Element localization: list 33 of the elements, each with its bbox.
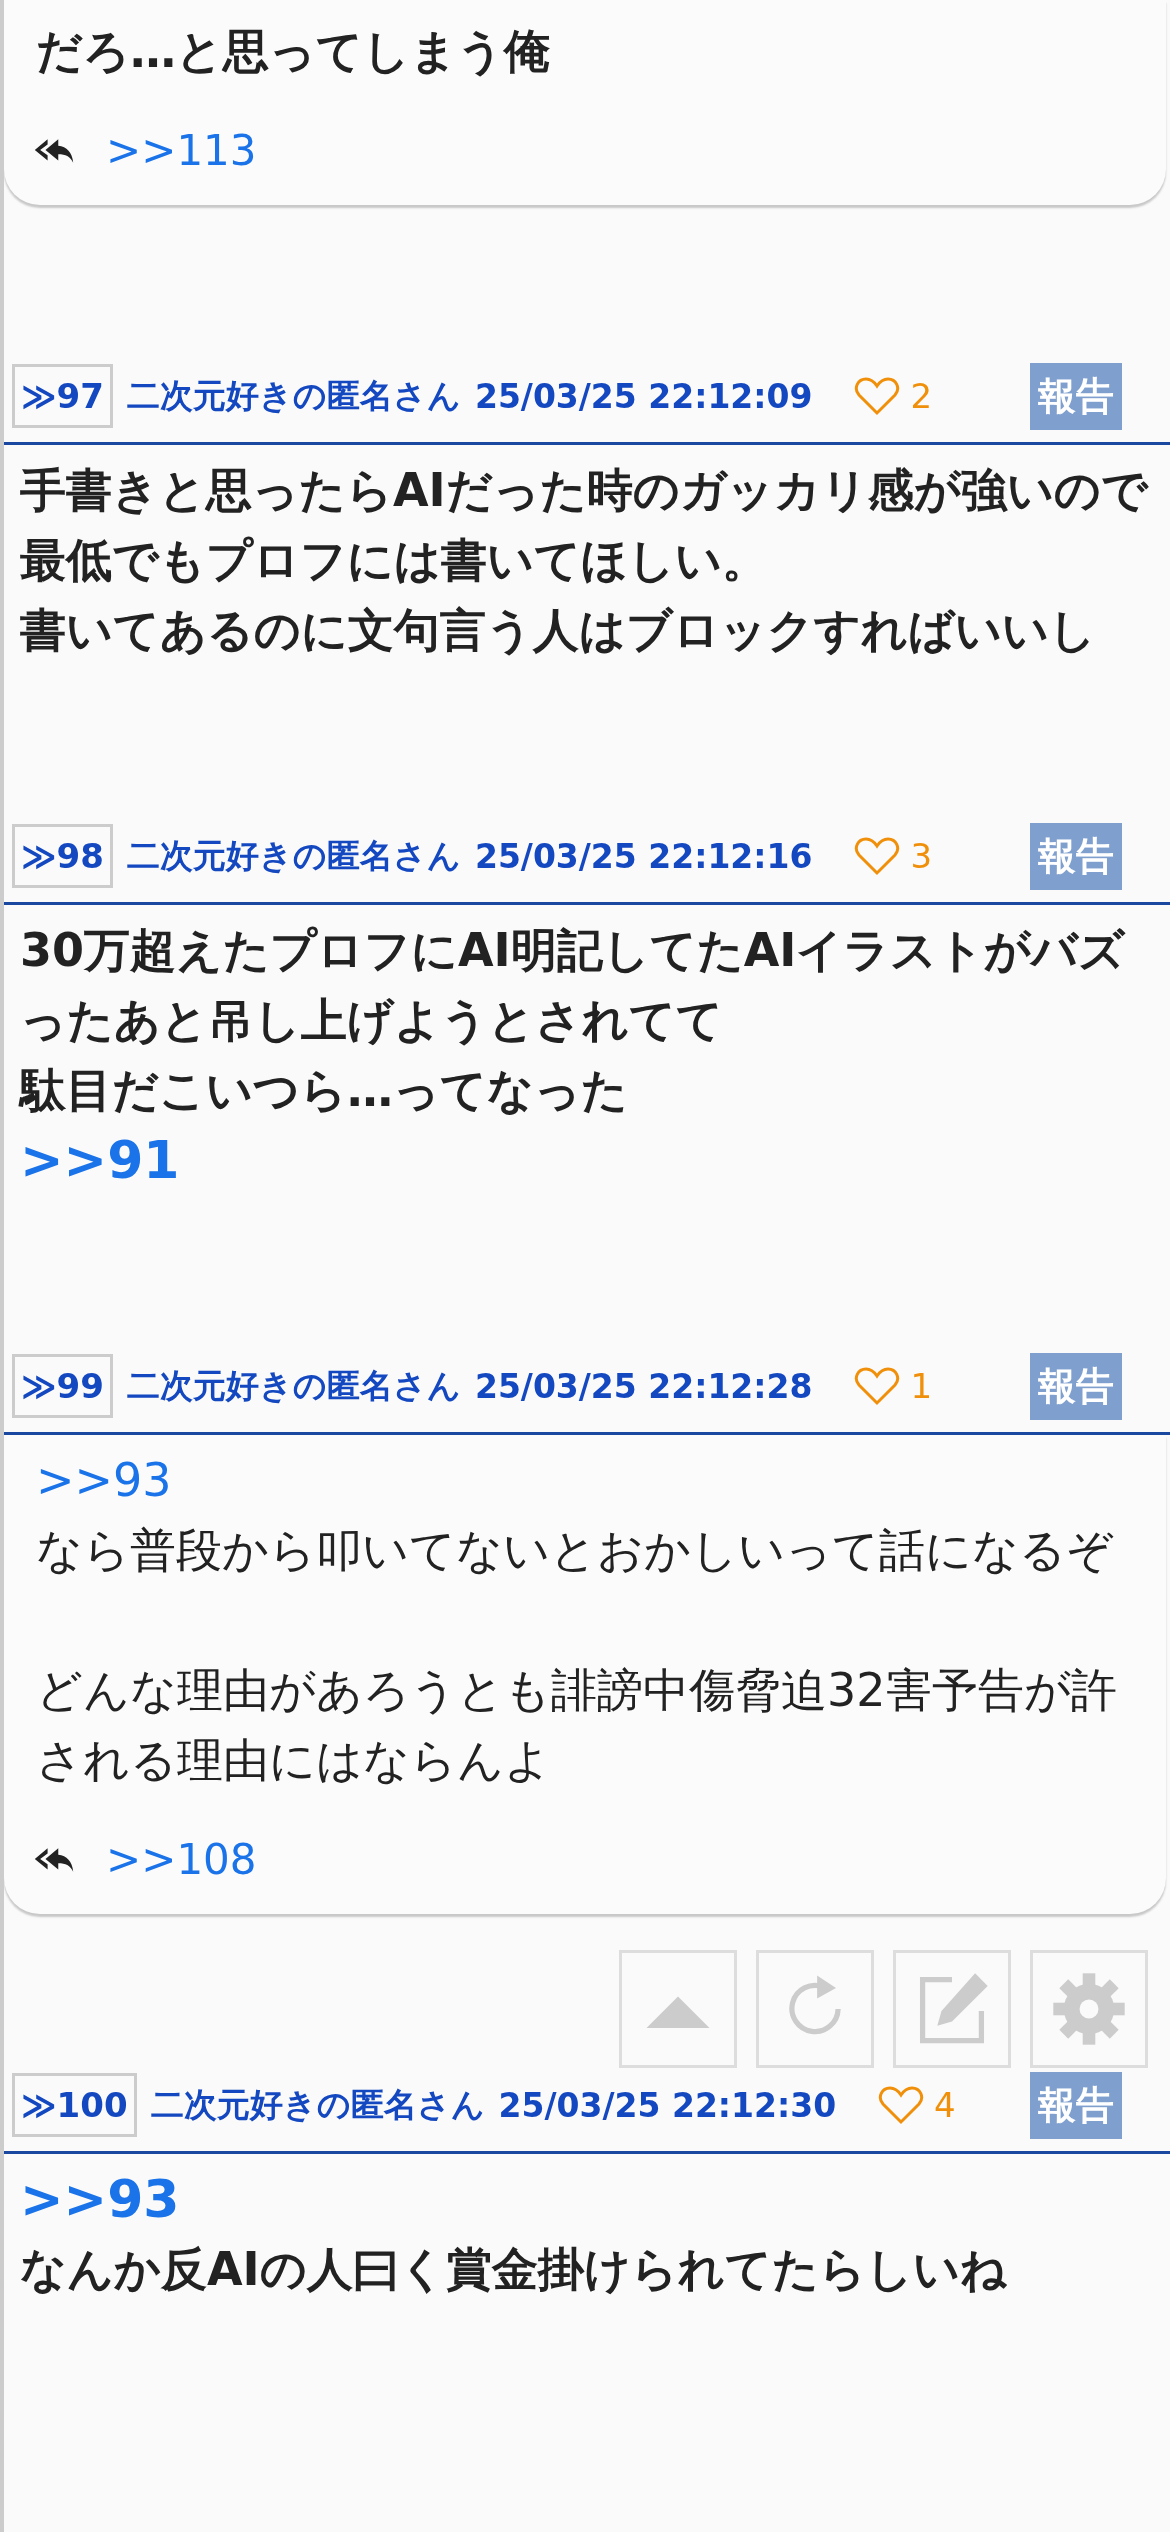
report-button[interactable]: 報告 [1030,1352,1122,1420]
post-number-link[interactable]: ≫97 [12,364,113,428]
post-text: 駄目だこいつら…ってなった [20,1062,629,1119]
post-text: 書いてあるのに文句言う人はブロックすればいいし [20,602,1097,659]
post-text: どんな理由があろうとも誹謗中傷脅迫32害予告が許される理由にはならんよ [36,1662,1118,1789]
poster-name: 二次元好きの匿名さん [126,1364,461,1407]
post-number-link[interactable]: ≫98 [12,824,113,888]
poster-name: 二次元好きの匿名さん [126,834,461,877]
report-button[interactable]: 報告 [1030,362,1122,430]
post-date: 25/03/25 22:12:16 [474,836,813,876]
report-button[interactable]: 報告 [1030,822,1122,890]
poster-name: 二次元好きの匿名さん [126,374,461,417]
reply-link[interactable]: >>113 [106,126,257,175]
floating-button[interactable] [619,1950,737,2068]
floating-button[interactable] [893,1950,1011,2068]
reply-anchor-link[interactable]: >>93 [36,1445,1134,1515]
post-text: だろ…と思ってしまう俺 [36,23,551,80]
post-text: 30万超えたプロフにAI明記してたAIイラストがバズったあと吊し上げようとされてて [20,922,1127,1049]
poster-name: 二次元好きの匿名さん [150,2083,485,2126]
reply-anchor-link[interactable]: >>91 [20,1125,1154,1195]
reply-anchor-link[interactable]: >>93 [20,2164,1154,2234]
post-text: なら普段から叩いてないとおかしいって話になるぞ [36,1522,1115,1579]
post-number-link[interactable]: ≫100 [12,2073,137,2137]
reply-link[interactable]: >>108 [106,1835,257,1884]
post-text: なんか反AIの人曰く賞金掛けられてたらしいね [20,2241,1008,2298]
post-date: 25/03/25 22:12:28 [474,1366,813,1406]
report-button[interactable]: 報告 [1030,2071,1122,2139]
floating-button[interactable] [1030,1950,1148,2068]
post-date: 25/03/25 22:12:30 [498,2085,837,2125]
floating-button[interactable] [756,1950,874,2068]
post-date: 25/03/25 22:12:09 [474,376,813,416]
post-text: 手書きと思ったらAIだった時のガッカリ感が強いので最低でもプロフには書いてほしい。 [20,462,1150,589]
post-number-link[interactable]: ≫99 [12,1354,113,1418]
